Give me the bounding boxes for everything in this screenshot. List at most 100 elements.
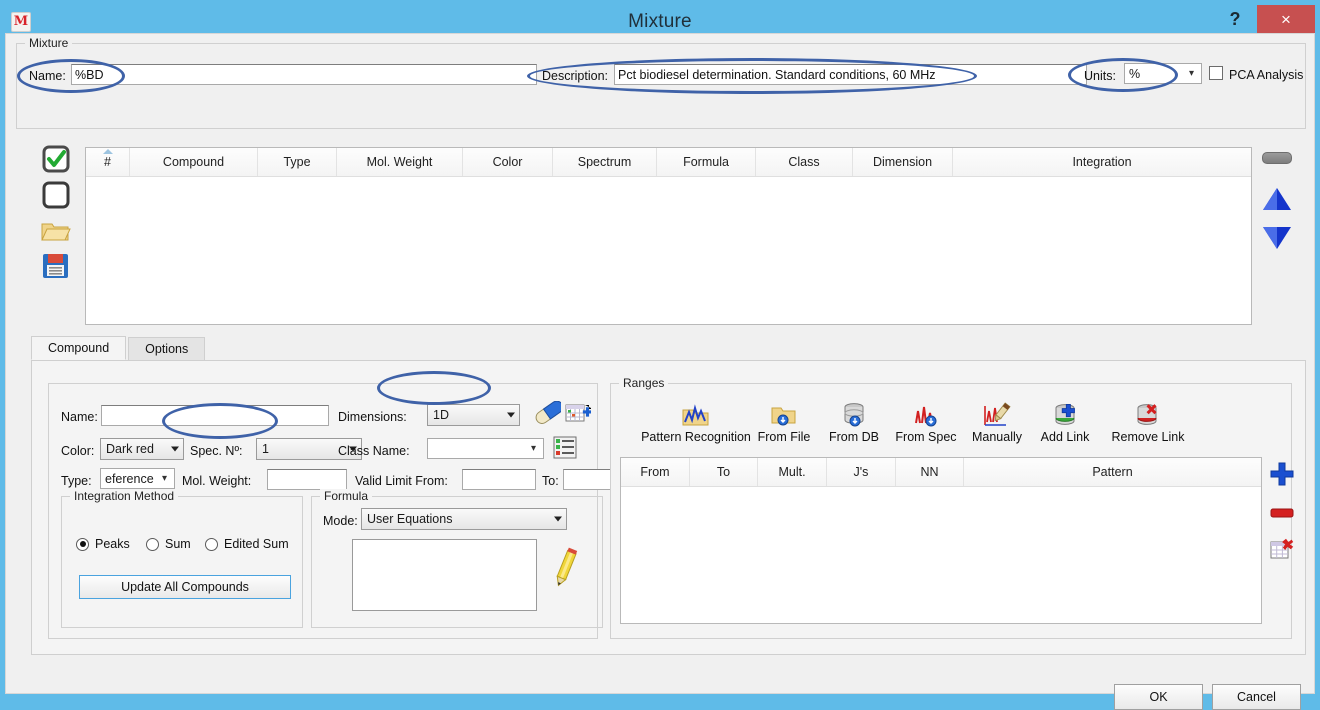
pattern-recognition-icon bbox=[681, 398, 711, 428]
pca-analysis-checkbox[interactable] bbox=[1209, 66, 1223, 80]
move-up-icon[interactable] bbox=[1262, 186, 1292, 215]
col-mult[interactable]: Mult. bbox=[758, 458, 827, 486]
ok-button[interactable]: OK bbox=[1114, 684, 1203, 710]
col-type[interactable]: Type bbox=[258, 148, 337, 176]
compound-name-input[interactable] bbox=[101, 405, 329, 426]
class-list-icon[interactable] bbox=[553, 436, 579, 463]
ranges-table-body[interactable] bbox=[621, 487, 1261, 623]
save-floppy-icon[interactable] bbox=[41, 252, 71, 280]
update-all-compounds-button[interactable]: Update All Compounds bbox=[79, 575, 291, 599]
sort-ascending-icon bbox=[102, 149, 113, 154]
units-combo-value: % bbox=[1129, 66, 1141, 81]
from-spec-button[interactable]: From Spec bbox=[886, 398, 966, 444]
mixture-description-input[interactable]: Pct biodiesel determination. Standard co… bbox=[614, 64, 1087, 85]
col-class[interactable]: Class bbox=[756, 148, 853, 176]
integration-radio-sum[interactable]: Sum bbox=[146, 537, 191, 551]
move-down-icon[interactable] bbox=[1262, 225, 1292, 254]
compounds-table-body[interactable] bbox=[86, 177, 1251, 324]
remove-link-icon bbox=[1135, 398, 1161, 428]
mixture-group-legend: Mixture bbox=[25, 36, 73, 50]
col-integration[interactable]: Integration bbox=[953, 148, 1251, 176]
ranges-table[interactable]: From To Mult. J's NN Pattern bbox=[620, 457, 1262, 624]
manually-label: Manually bbox=[971, 430, 1023, 444]
radio-peaks[interactable] bbox=[76, 537, 89, 551]
class-name-combo[interactable]: ▾ bbox=[427, 438, 544, 459]
from-spec-icon bbox=[912, 398, 940, 428]
tab-options-label: Options bbox=[145, 342, 189, 356]
tab-options[interactable]: Options bbox=[128, 337, 206, 360]
ranges-side-toolbar bbox=[1270, 462, 1294, 565]
col-compound[interactable]: Compound bbox=[130, 148, 258, 176]
color-combo-value: Dark red bbox=[106, 442, 154, 456]
remove-link-button[interactable]: Remove Link bbox=[1093, 398, 1203, 444]
valid-limit-from-input[interactable] bbox=[462, 469, 536, 490]
formula-mode-combo[interactable]: User Equations bbox=[361, 508, 567, 530]
col-mol-weight[interactable]: Mol. Weight bbox=[337, 148, 463, 176]
spec-no-label: Spec. Nº: bbox=[190, 444, 243, 458]
add-range-icon[interactable] bbox=[1270, 462, 1294, 489]
col-nn[interactable]: NN bbox=[896, 458, 964, 486]
col-pattern[interactable]: Pattern bbox=[964, 458, 1261, 486]
name-label: Name: bbox=[29, 69, 66, 83]
from-spec-label: From Spec bbox=[895, 430, 957, 444]
col-dimension[interactable]: Dimension bbox=[853, 148, 953, 176]
check-all-icon[interactable] bbox=[41, 144, 71, 174]
cancel-button[interactable]: Cancel bbox=[1212, 684, 1301, 710]
units-combo[interactable]: % ▾ bbox=[1124, 63, 1202, 84]
valid-limit-to-label: To: bbox=[542, 474, 559, 488]
type-combo[interactable]: eference ▾ bbox=[100, 468, 175, 489]
radio-edited-sum[interactable] bbox=[205, 537, 218, 551]
add-link-icon bbox=[1052, 398, 1078, 428]
pca-analysis-label: PCA Analysis bbox=[1229, 68, 1304, 82]
formula-group: Formula Mode: User Equations bbox=[311, 489, 603, 628]
radio-sum[interactable] bbox=[146, 537, 159, 551]
tab-compound[interactable]: Compound bbox=[31, 336, 127, 360]
close-button[interactable]: × bbox=[1257, 5, 1315, 34]
col-formula[interactable]: Formula bbox=[657, 148, 756, 176]
col-spectrum[interactable]: Spectrum bbox=[553, 148, 657, 176]
from-file-icon bbox=[770, 398, 798, 428]
clear-ranges-icon[interactable] bbox=[1270, 538, 1294, 565]
from-file-button[interactable]: From File bbox=[744, 398, 824, 444]
dimensions-combo[interactable]: 1D bbox=[427, 404, 520, 426]
compound-name-label: Name: bbox=[61, 410, 98, 424]
remove-range-icon[interactable] bbox=[1270, 507, 1294, 522]
dialog-client-area: Mixture Name: %BD Description: Pct biodi… bbox=[5, 33, 1315, 710]
pencil-edit-icon[interactable] bbox=[552, 547, 580, 592]
col-index[interactable]: # bbox=[86, 148, 130, 176]
col-color[interactable]: Color bbox=[463, 148, 553, 176]
integration-radio-peaks[interactable]: Peaks bbox=[76, 537, 130, 551]
mol-weight-input[interactable] bbox=[267, 469, 347, 490]
mixture-name-input[interactable]: %BD bbox=[71, 64, 537, 85]
formula-mode-value: User Equations bbox=[367, 512, 453, 526]
class-name-label: Class Name: bbox=[338, 444, 410, 458]
tab-strip: Compound Options bbox=[31, 336, 207, 360]
compound-details-group: Name: Dimensions: 1D Color: Dark red Spe… bbox=[48, 383, 624, 639]
compounds-table[interactable]: # Compound Type Mol. Weight Color Spectr… bbox=[85, 147, 1252, 325]
open-folder-icon[interactable] bbox=[41, 218, 71, 244]
integration-radio-edited-sum[interactable]: Edited Sum bbox=[205, 537, 289, 551]
spec-no-combo-value: 1 bbox=[262, 442, 269, 456]
col-js[interactable]: J's bbox=[827, 458, 896, 486]
add-link-label: Add Link bbox=[1040, 430, 1090, 444]
compounds-table-header: # Compound Type Mol. Weight Color Spectr… bbox=[86, 148, 1251, 177]
col-to[interactable]: To bbox=[690, 458, 758, 486]
col-index-label: # bbox=[104, 155, 111, 169]
color-combo[interactable]: Dark red bbox=[100, 438, 184, 460]
pill-capsule-icon[interactable] bbox=[533, 400, 564, 430]
spec-no-combo[interactable]: 1 bbox=[256, 438, 329, 460]
help-button[interactable]: ? bbox=[1213, 5, 1257, 34]
window-controls: ? × bbox=[1213, 5, 1315, 34]
chevron-down-icon: ▾ bbox=[1188, 68, 1195, 79]
manually-icon bbox=[982, 398, 1012, 428]
uncheck-all-icon[interactable] bbox=[41, 180, 71, 210]
col-from[interactable]: From bbox=[621, 458, 690, 486]
ranges-legend: Ranges bbox=[619, 376, 669, 390]
dimensions-combo-value: 1D bbox=[433, 408, 449, 422]
formula-editor-textarea[interactable] bbox=[352, 539, 537, 611]
remove-bar-icon[interactable] bbox=[1262, 152, 1292, 164]
add-table-icon[interactable] bbox=[565, 402, 595, 429]
from-db-button[interactable]: From DB bbox=[814, 398, 894, 444]
chevron-down-icon bbox=[171, 446, 179, 452]
type-combo-value: eference bbox=[105, 471, 154, 486]
